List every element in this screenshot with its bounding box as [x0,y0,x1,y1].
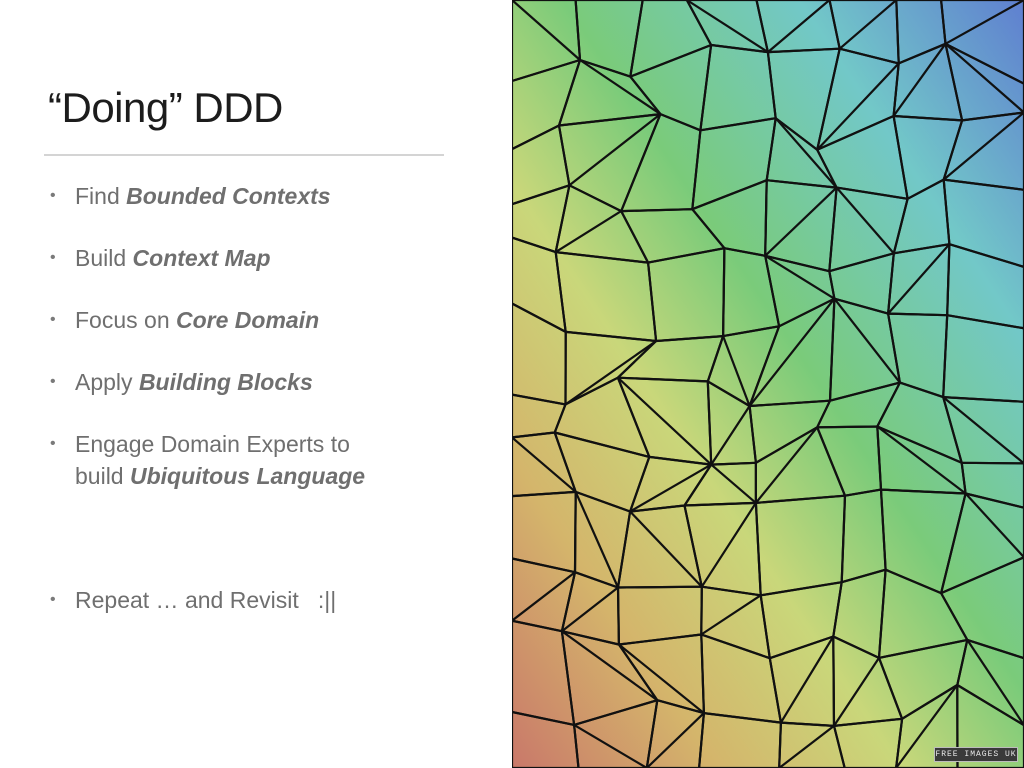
voronoi-mosaic-image: FREE IMAGES UK [512,0,1024,768]
bullet-text: Build Context Map [75,242,485,274]
bullet-text: Find Bounded Contexts [75,180,485,212]
bullet-line: build Ubiquitous Language [75,463,365,489]
bullet-text: Repeat … and Revisit :|| [75,584,485,616]
bullet-emphasis: Core Domain [176,307,320,333]
bullet-text: Apply Building Blocks [75,366,485,398]
bullet-prefix: Find [75,183,127,209]
bullet-text: Engage Domain Experts to build Ubiquitou… [75,428,485,492]
text-panel: “Doing” DDD • Find Bounded Contexts • Bu… [0,0,512,768]
bullet-dot: • [50,311,56,328]
title-divider [44,154,444,156]
bullet-dot: • [50,435,56,452]
slide-title: “Doing” DDD [48,84,283,131]
bullet-text: Focus on Core Domain [75,304,485,336]
bullet-emphasis: Ubiquitous Language [129,463,366,489]
bullet-prefix: Build [75,245,133,271]
bullet-prefix: Focus on [75,307,176,333]
watermark-badge: FREE IMAGES UK [934,747,1018,762]
slide: “Doing” DDD • Find Bounded Contexts • Bu… [0,0,1024,768]
mosaic-svg [512,0,1024,768]
bullet-dot: • [50,373,56,390]
bullet-prefix: build [75,463,130,489]
bullet-dot: • [50,249,56,266]
bullet-emphasis: Context Map [132,245,271,271]
bullet-prefix: Apply [75,369,139,395]
bullet-dot: • [50,591,56,608]
bullet-dot: • [50,187,56,204]
bullet-emphasis: Bounded Contexts [126,183,331,209]
bullet-emphasis: Building Blocks [138,369,313,395]
bullet-line: Engage Domain Experts to [75,431,350,457]
bullet-prefix: Repeat … and Revisit :|| [75,587,337,613]
